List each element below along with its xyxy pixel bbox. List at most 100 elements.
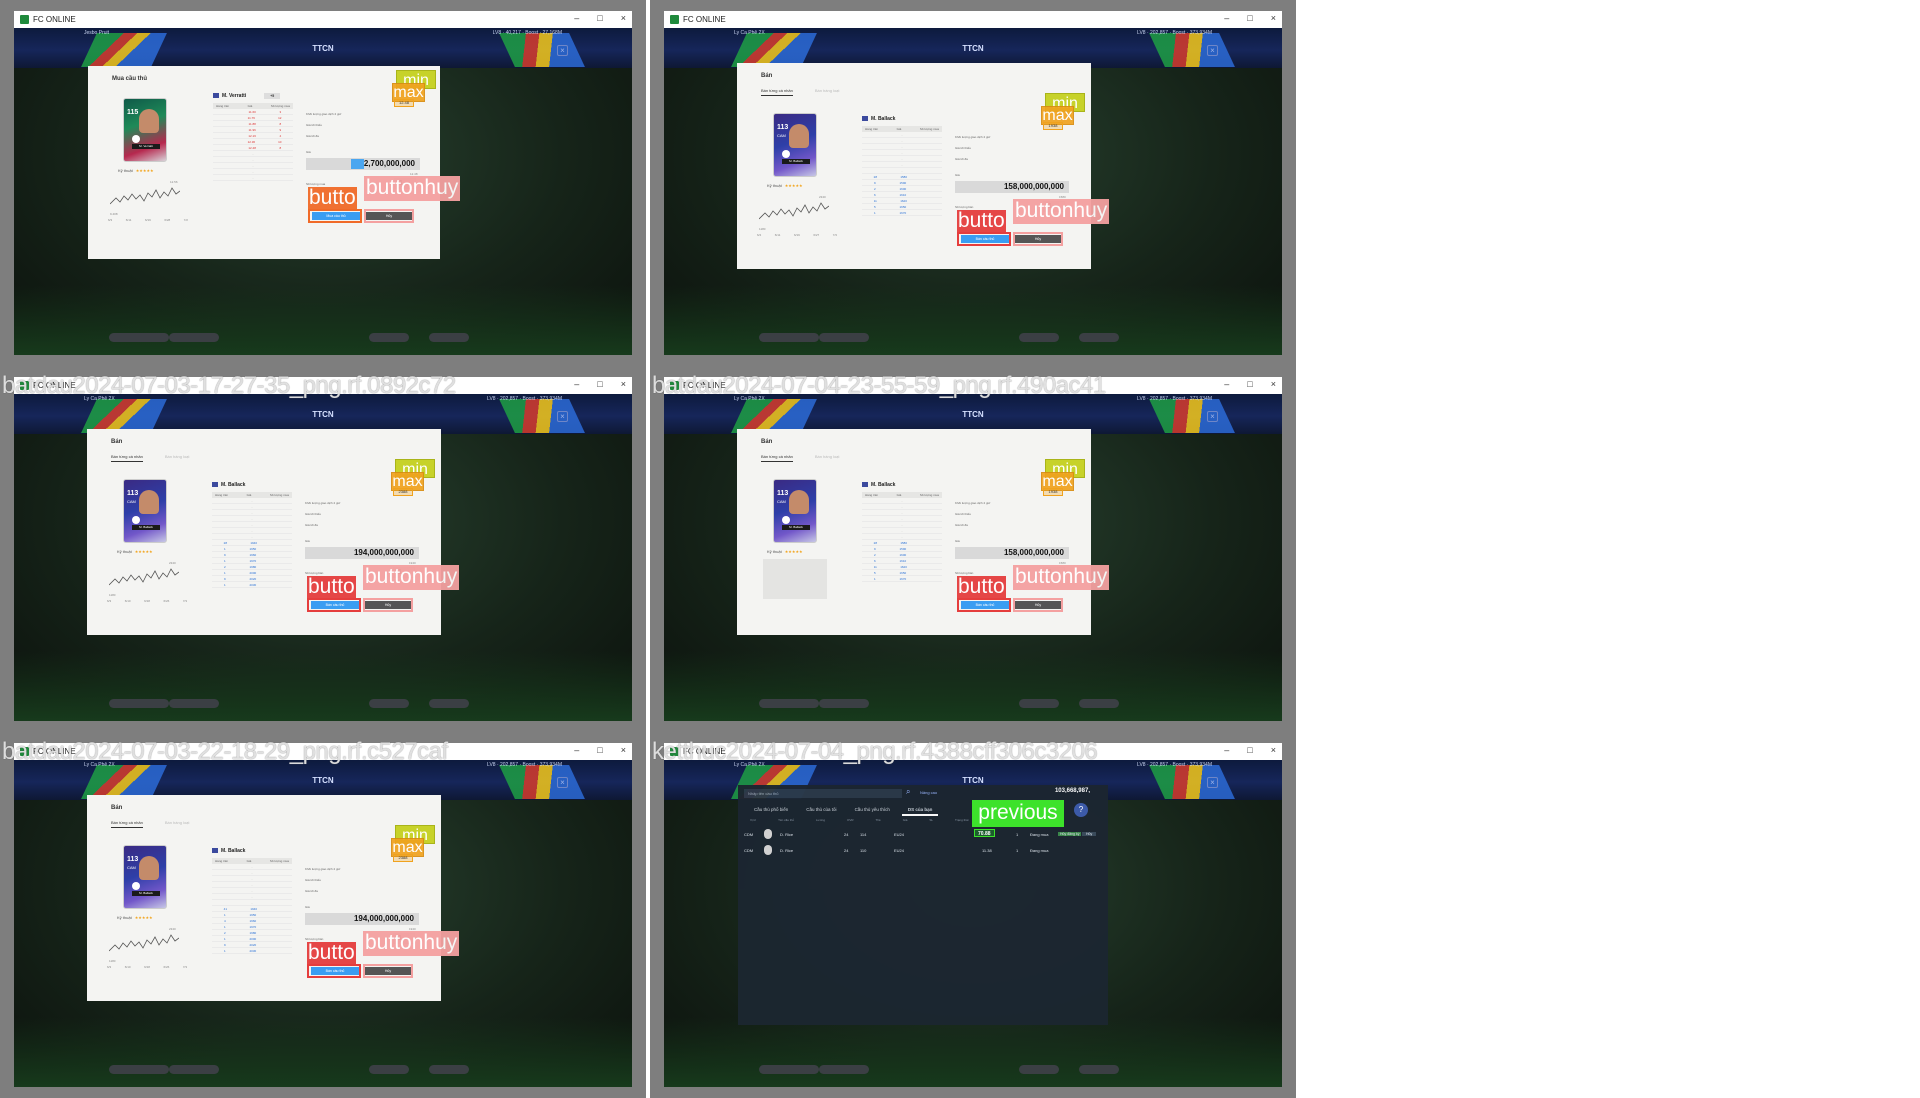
close-screen-button[interactable]: × [557,45,568,56]
cancel-listing-button[interactable]: Hủy đăng ký [1058,832,1082,836]
footer-button[interactable] [819,333,869,342]
price-input[interactable]: 158,000,000,000 [955,547,1069,559]
player-name-text: M. Ballack [221,848,246,854]
maximize-icon[interactable]: □ [597,379,602,389]
tab-sell-bulk[interactable]: Bán hàng loạt [815,454,840,461]
close-icon[interactable]: × [1271,13,1276,23]
info-label: Giá tối thiểu [955,512,972,516]
maximize-icon[interactable]: □ [1247,745,1252,755]
footer-button[interactable] [1019,699,1059,708]
price-input[interactable]: 194,000,000,000 [305,913,419,925]
footer-button[interactable] [759,1065,819,1074]
footer-button[interactable] [109,699,169,708]
footer-button[interactable] [169,333,219,342]
order-price: 2020 [249,943,257,947]
screenshot-tile: FC ONLINE – □ × Ly Ca Phê 2X LV8 · 202,857 · … [0,732,646,1098]
dialog-title: Bán [111,805,123,811]
screen-title: TTCN [962,44,984,53]
tab-item[interactable]: Cầu thủ phổ biến [748,805,794,814]
footer-button[interactable] [759,699,819,708]
minimize-icon[interactable]: – [574,379,579,389]
tab-sell-single[interactable]: Bán từng cá nhân [761,88,793,96]
advanced-filter-button[interactable]: Nâng cao [920,790,937,795]
footer-button[interactable] [1019,333,1059,342]
maximize-icon[interactable]: □ [1247,379,1252,389]
annotation-button-label: butto [957,575,1006,598]
footer-button[interactable] [109,333,169,342]
footer-button[interactable] [1079,699,1119,708]
minimize-icon[interactable]: – [574,13,579,23]
chart-x-tick: 6/26 [163,965,170,969]
close-screen-button[interactable]: × [1207,411,1218,422]
close-icon[interactable]: × [621,745,626,755]
tab-item[interactable]: DS của bạn [901,805,939,816]
footer-button[interactable] [429,699,469,708]
maximize-icon[interactable]: □ [597,745,602,755]
list-row[interactable]: CDM D. Rice 24 114 EU24 70.88 1 Đang mua Hủy đăn… [744,827,1097,841]
tab-item[interactable]: Cầu thủ yêu thích [849,805,896,814]
tab-sell-single[interactable]: Bán từng cá nhân [111,454,143,462]
close-screen-button[interactable]: × [1207,45,1218,56]
close-icon[interactable]: × [1271,745,1276,755]
maximize-icon[interactable]: □ [1247,13,1252,23]
footer-button[interactable] [759,333,819,342]
order-price: - [251,511,253,515]
order-qty: 4 [279,134,282,138]
price-input[interactable]: 158,000,000,000 [955,181,1069,193]
app-logo-icon [20,15,29,24]
close-screen-button[interactable]: × [557,777,568,788]
chart-x-tick: 6/26 [163,599,170,603]
footer-button[interactable] [1079,333,1119,342]
order-book-table: Hàng trên Giá Số lượng mua - - - - - - -28 1940 1 19… [212,492,292,588]
hud-right: LV8 · 202,857 · Boost · 373,934M [1137,762,1212,768]
close-screen-button[interactable]: × [557,411,568,422]
minimize-icon[interactable]: – [1224,13,1229,23]
annotation-max-value: 12.48 [394,99,414,107]
footer-button[interactable] [369,699,409,708]
close-screen-button[interactable]: × [1207,777,1218,788]
tab-sell-single[interactable]: Bán từng cá nhân [761,454,793,462]
price-input[interactable]: 12,700,000,000 [306,158,420,170]
tab-sell-bulk[interactable]: Bán hàng loạt [165,820,190,827]
minimize-icon[interactable]: – [1224,379,1229,389]
chart-x-axis: 6/3 6/11 6/19 6/28 7/2 [108,218,188,222]
order-book-header-cell: Hàng trên [216,104,230,108]
footer-button[interactable] [819,1065,869,1074]
price-input[interactable]: 194,000,000,000 [305,547,419,559]
footer-button[interactable] [1019,1065,1059,1074]
footer-button[interactable] [369,1065,409,1074]
order-price: - [252,164,254,168]
player-position: CAM [777,499,786,504]
row-name: D. Rice [780,831,794,837]
minimize-icon[interactable]: – [574,745,579,755]
close-icon[interactable]: × [1271,379,1276,389]
cancel-button[interactable]: Hủy [1082,832,1097,836]
footer-button[interactable] [429,1065,469,1074]
minimize-icon[interactable]: – [1224,745,1229,755]
footer-button[interactable] [1079,1065,1119,1074]
order-book-table: Hàng trên Giá Số lượng mua - - - - - - -28 1580 9 15… [862,492,942,582]
footer-button[interactable] [429,333,469,342]
chart-x-tick: 6/10 [124,599,131,603]
maximize-icon[interactable]: □ [597,13,602,23]
tab-sell-single[interactable]: Bán từng cá nhân [111,820,143,828]
close-icon[interactable]: × [621,13,626,23]
chart-x-tick: 7/3 [832,233,837,237]
hud-right: LV8 · 202,857 · Boost · 373,934M [487,396,562,402]
search-input[interactable]: Nhập tên cầu thủ [744,789,902,798]
footer-button[interactable] [169,699,219,708]
upgrade-select[interactable]: +5 [264,93,281,99]
tab-sell-bulk[interactable]: Bán hàng loạt [815,88,840,95]
close-icon[interactable]: × [621,379,626,389]
price-value: 158,000,000,000 [1003,182,1064,191]
tab-sell-bulk[interactable]: Bán hàng loạt [165,454,190,461]
list-row[interactable]: CDM D. Rice 24 110 EU24 11.38 1 Đang mua [744,843,1096,857]
help-icon[interactable]: ? [1074,803,1088,817]
annotation-cancel-label: buttonhuy [363,931,460,956]
search-icon[interactable]: ⌕ [906,787,910,797]
tab-item[interactable]: Cầu thủ của tôi [800,805,842,814]
footer-button[interactable] [819,699,869,708]
footer-button[interactable] [169,1065,219,1074]
footer-button[interactable] [369,333,409,342]
footer-button[interactable] [109,1065,169,1074]
